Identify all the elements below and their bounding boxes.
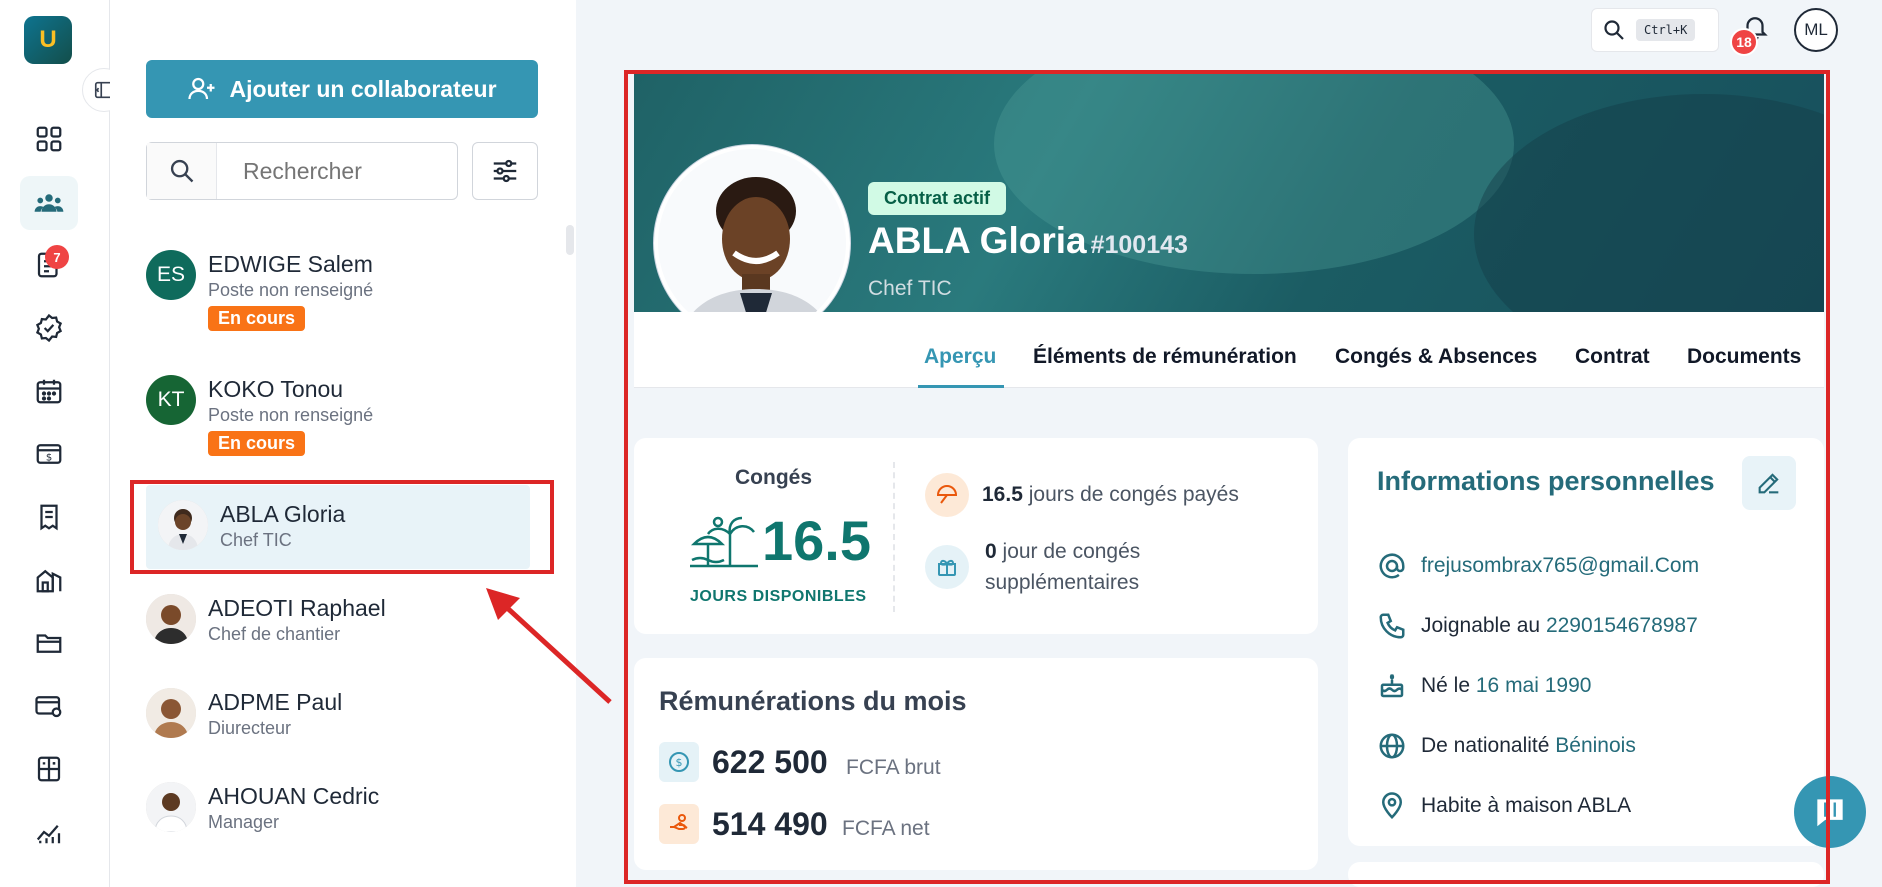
list-item[interactable]: ES EDWIGE Salem Poste non renseigné En c… — [146, 250, 530, 331]
list-item[interactable]: ADEOTI Raphael Chef de chantier — [146, 594, 530, 646]
svg-text:$: $ — [46, 452, 52, 463]
card-settings-icon[interactable] — [20, 679, 78, 733]
avatar — [146, 688, 196, 738]
list-scrollbar[interactable] — [566, 225, 574, 255]
user-avatar[interactable]: ML — [1794, 8, 1838, 52]
employee-list-panel: Ajouter un collaborateur ES EDWIGE Salem… — [110, 0, 574, 887]
building-icon[interactable] — [20, 553, 78, 607]
avatar: ES — [146, 250, 196, 300]
shortcut-hint: Ctrl+K — [1636, 19, 1696, 41]
search-box — [146, 142, 458, 200]
avatar: KT — [146, 375, 196, 425]
annotation-arrow-icon — [486, 588, 612, 704]
check-badge-icon[interactable] — [20, 301, 78, 355]
sliders-icon — [493, 159, 517, 183]
add-collaborator-button[interactable]: Ajouter un collaborateur — [146, 60, 538, 118]
list-item[interactable]: KT KOKO Tonou Poste non renseigné En cou… — [146, 375, 530, 456]
list-item[interactable]: AHOUAN Cedric Manager — [146, 782, 530, 834]
sidebar-rail: U 7 $ — [0, 0, 110, 887]
notification-badge: 18 — [1730, 28, 1758, 56]
dashboard-icon[interactable] — [20, 112, 78, 166]
add-user-icon — [188, 77, 215, 100]
calendar-icon[interactable] — [20, 364, 78, 418]
chart-icon[interactable] — [20, 805, 78, 859]
people-icon[interactable] — [20, 176, 78, 230]
status-badge: En cours — [208, 306, 306, 331]
highlight-selected-row — [130, 480, 554, 574]
calculator-icon[interactable] — [20, 742, 78, 796]
report-icon[interactable] — [20, 490, 78, 544]
filter-button[interactable] — [472, 142, 538, 200]
search-input[interactable] — [217, 157, 447, 185]
search-icon — [1604, 20, 1624, 40]
folder-icon[interactable] — [20, 616, 78, 670]
search-icon — [147, 143, 217, 199]
avatar — [146, 594, 196, 644]
avatar — [146, 782, 196, 832]
list-item[interactable]: ADPME Paul Diurecteur — [146, 688, 530, 740]
app-logo[interactable]: U — [24, 16, 72, 64]
global-search-button[interactable]: Ctrl+K — [1591, 8, 1719, 52]
messages-badge: 7 — [45, 245, 69, 269]
highlight-profile-panel — [624, 70, 1830, 884]
status-badge: En cours — [208, 431, 306, 456]
payroll-icon[interactable]: $ — [20, 427, 78, 481]
